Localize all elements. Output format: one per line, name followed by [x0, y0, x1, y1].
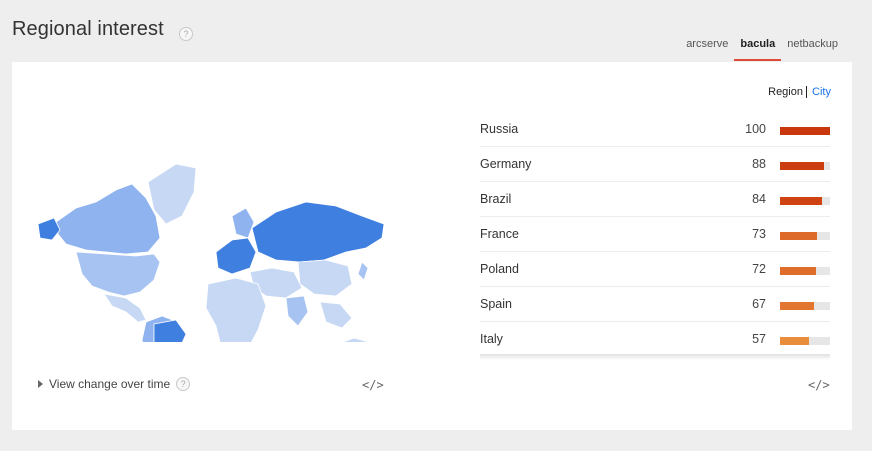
region-value: 84	[752, 192, 766, 206]
value-bar-fill	[780, 267, 816, 275]
map-region-se-asia	[319, 301, 353, 329]
city-option[interactable]: City	[810, 86, 831, 98]
region-value: 73	[752, 227, 766, 241]
map-region-canada	[55, 183, 161, 255]
region-value: 57	[752, 332, 766, 346]
region-name: Germany	[480, 157, 532, 171]
map-region-japan	[357, 261, 369, 281]
map-region-india	[285, 295, 309, 327]
ranking-row[interactable]: Spain 67	[480, 287, 830, 322]
ranking-row[interactable]: Germany 88	[480, 147, 830, 182]
map-region-scandinavia	[231, 207, 255, 239]
value-bar-fill	[780, 197, 822, 205]
embed-code-icon[interactable]: </>	[808, 378, 830, 392]
value-bar	[780, 302, 830, 310]
view-change-over-time[interactable]: View change over time ?	[38, 377, 191, 391]
expand-caret-icon	[38, 380, 43, 388]
value-bar-fill	[780, 337, 809, 345]
value-bar-fill	[780, 127, 830, 135]
ranking-row[interactable]: Poland 72	[480, 252, 830, 287]
view-change-label: View change over time	[49, 377, 171, 391]
region-name: Spain	[480, 297, 512, 311]
value-bar	[780, 337, 830, 345]
map-region-australia	[329, 337, 381, 375]
value-bar	[780, 267, 830, 275]
ranking-row[interactable]: France 73	[480, 217, 830, 252]
help-icon[interactable]: ?	[179, 27, 193, 41]
region-value: 88	[752, 157, 766, 171]
region-value: 72	[752, 262, 766, 276]
tab-arcserve[interactable]: arcserve	[680, 32, 734, 61]
map-region-africa	[205, 277, 267, 365]
regional-interest-card: View change over time ? </> Region City …	[12, 62, 852, 430]
ranking-row[interactable]: Brazil 84	[480, 182, 830, 217]
value-bar	[780, 162, 830, 170]
value-bar	[780, 232, 830, 240]
map-region-usa	[75, 251, 161, 297]
map-region-brazil	[153, 319, 187, 361]
embed-code-icon[interactable]: </>	[362, 378, 384, 392]
world-map[interactable]	[36, 112, 392, 391]
world-map-svg	[37, 163, 391, 391]
ranking-row[interactable]: Russia 100	[480, 112, 830, 147]
help-icon[interactable]: ?	[176, 377, 191, 391]
region-name: Brazil	[480, 192, 512, 206]
region-option[interactable]: Region	[768, 86, 807, 98]
region-name: Italy	[480, 332, 503, 346]
page-title: Regional interest	[12, 18, 164, 40]
list-scroll-shadow	[480, 354, 830, 360]
value-bar	[780, 197, 830, 205]
value-bar	[780, 127, 830, 135]
tab-netbackup[interactable]: netbackup	[781, 32, 844, 61]
region-value: 67	[752, 297, 766, 311]
map-region-mexico	[103, 293, 147, 323]
term-tabs: arcserve bacula netbackup	[680, 32, 844, 62]
ranking-row[interactable]: Italy 57	[480, 322, 830, 357]
region-name: Russia	[480, 122, 519, 136]
map-region-china	[297, 259, 353, 297]
region-city-switch: Region City	[768, 86, 831, 98]
value-bar-fill	[780, 232, 817, 240]
region-name: Poland	[480, 262, 519, 276]
map-region-europe	[215, 237, 257, 275]
value-bar-fill	[780, 302, 814, 310]
region-name: France	[480, 227, 519, 241]
region-value: 100	[745, 122, 766, 136]
tab-bacula[interactable]: bacula	[734, 32, 782, 61]
map-region-russia	[251, 201, 385, 263]
ranking-list: Russia 100 Germany 88 Brazil 84 France 7…	[480, 112, 830, 357]
value-bar-fill	[780, 162, 824, 170]
